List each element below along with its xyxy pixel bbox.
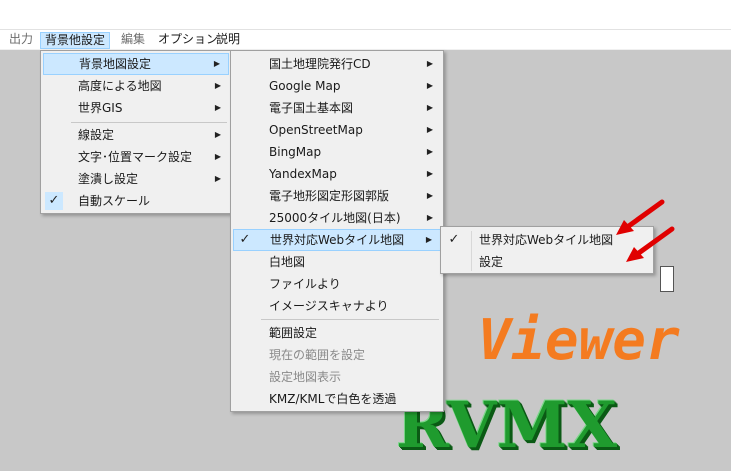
menu-item-label: 白地図 (269, 255, 306, 269)
submenu-arrow-icon: ▶ (214, 130, 221, 139)
checkmark-icon: ✓ (45, 192, 63, 210)
submenu-arrow-icon: ▶ (426, 147, 433, 156)
menu-item-label: 高度による地図 (78, 79, 162, 93)
menu-item-label: 25000タイル地図(日本) (269, 211, 401, 225)
menu-item-gsi-cd[interactable]: 国土地理院発行CD ▶ (233, 53, 441, 75)
menu-item-denshi-chikeizu[interactable]: 電子地形図定形図郭版 ▶ (233, 185, 441, 207)
submenu-arrow-icon: ▶ (426, 103, 433, 112)
submenu-arrow-icon: ▶ (214, 81, 221, 90)
submenu-arrow-icon: ▶ (214, 174, 221, 183)
menu-item-label: 線設定 (78, 128, 115, 142)
menu-item-show-set-map: 設定地図表示 (233, 366, 441, 388)
submenu-arrow-icon: ▶ (425, 235, 432, 244)
checkmark-icon: ✓ (236, 231, 254, 249)
menu-gutter-divider (471, 231, 472, 271)
menu-item-line-settings[interactable]: 線設定 ▶ (43, 124, 229, 146)
menu-item-label: 塗潰し設定 (78, 172, 139, 186)
checkmark-icon: ✓ (448, 232, 460, 247)
menu-item-label: 自動スケール (78, 194, 151, 208)
menu-item-label: 世界対応Webタイル地図 (270, 233, 405, 247)
menu-item-label: ファイルより (269, 277, 341, 291)
menu-item-label: 電子地形図定形図郭版 (269, 189, 390, 203)
background-settings-menu: 背景地図設定 ▶ 高度による地図 ▶ 世界GIS ▶ 線設定 ▶ 文字･位置マー… (40, 50, 232, 214)
menu-item-label: OpenStreetMap (269, 123, 363, 137)
background-map-submenu: 国土地理院発行CD ▶ Google Map ▶ 電子国土基本図 ▶ OpenS… (230, 50, 444, 412)
menu-item-range-settings[interactable]: 範囲設定 (233, 322, 441, 344)
menu-item-label: イメージスキャナより (269, 299, 389, 313)
menu-item-bingmap[interactable]: BingMap ▶ (233, 141, 441, 163)
window-titlebar (0, 0, 731, 30)
menu-item-text-mark-settings[interactable]: 文字･位置マーク設定 ▶ (43, 146, 229, 168)
menu-item-background-map-settings[interactable]: 背景地図設定 ▶ (43, 53, 229, 75)
menu-item-yandexmap[interactable]: YandexMap ▶ (233, 163, 441, 185)
submenu-arrow-icon: ▶ (213, 59, 220, 68)
menu-item-label: BingMap (269, 145, 322, 159)
submenu-arrow-icon: ▶ (214, 152, 221, 161)
submenu-arrow-icon: ▶ (214, 103, 221, 112)
menu-item-set-current-range: 現在の範囲を設定 (233, 344, 441, 366)
menu-item-label: 現在の範囲を設定 (269, 348, 366, 362)
submenu-arrow-icon: ▶ (426, 169, 433, 178)
menu-item-from-scanner[interactable]: イメージスキャナより (233, 295, 441, 317)
annotation-arrow-icon (626, 226, 675, 262)
menu-item-label: 背景地図設定 (79, 57, 152, 71)
menu-item-altitude-map[interactable]: 高度による地図 ▶ (43, 75, 229, 97)
menu-item-fill-settings[interactable]: 塗潰し設定 ▶ (43, 168, 229, 190)
menu-item-denshi-kokudo[interactable]: 電子国土基本図 ▶ (233, 97, 441, 119)
menu-help[interactable]: 説明 (212, 32, 244, 49)
menu-item-google-map[interactable]: Google Map ▶ (233, 75, 441, 97)
menu-item-from-file[interactable]: ファイルより (233, 273, 441, 295)
menu-separator (71, 122, 227, 123)
menu-item-label: 設定地図表示 (269, 370, 342, 384)
menu-edit[interactable]: 編集 (117, 32, 149, 49)
menu-item-label: KMZ/KMLで白色を透過 (269, 392, 397, 406)
menu-item-world-web-tile-map[interactable]: ✓ 世界対応Webタイル地図 ▶ (233, 229, 441, 251)
submenu-arrow-icon: ▶ (426, 59, 433, 68)
menu-item-label: 世界GIS (78, 101, 123, 115)
menu-item-label: Google Map (269, 79, 341, 93)
menu-item-blank-map[interactable]: 白地図 (233, 251, 441, 273)
menu-item-label: 電子国土基本図 (269, 101, 354, 115)
menu-item-kmz-transparent-white[interactable]: KMZ/KMLで白色を透過 (233, 388, 441, 410)
menu-bar: 出力 背景他設定 編集 オプション 説明 (0, 30, 731, 50)
menu-item-auto-scale[interactable]: ✓ 自動スケール (43, 190, 229, 212)
menu-separator (261, 319, 439, 320)
menu-item-label: 設定 (479, 255, 504, 269)
menu-item-world-gis[interactable]: 世界GIS ▶ (43, 97, 229, 119)
submenu-arrow-icon: ▶ (426, 213, 433, 222)
menu-item-label: 文字･位置マーク設定 (78, 150, 193, 164)
menu-background-settings[interactable]: 背景他設定 (40, 32, 111, 49)
submenu-arrow-icon: ▶ (426, 81, 433, 90)
menu-item-label: 国土地理院発行CD (269, 57, 371, 71)
submenu-arrow-icon: ▶ (426, 191, 433, 200)
menu-item-label: 世界対応Webタイル地図 (479, 233, 614, 247)
menu-item-settings[interactable]: 設定 (443, 251, 651, 273)
submenu-arrow-icon: ▶ (426, 125, 433, 134)
logo-viewer-text: S Viewer (410, 308, 680, 373)
small-window-box (660, 266, 674, 292)
menu-item-label: YandexMap (269, 167, 337, 181)
menu-output[interactable]: 出力 (5, 32, 37, 49)
menu-item-openstreetmap[interactable]: OpenStreetMap ▶ (233, 119, 441, 141)
menu-item-25000-tile-map[interactable]: 25000タイル地図(日本) ▶ (233, 207, 441, 229)
menu-item-label: 範囲設定 (269, 326, 318, 340)
